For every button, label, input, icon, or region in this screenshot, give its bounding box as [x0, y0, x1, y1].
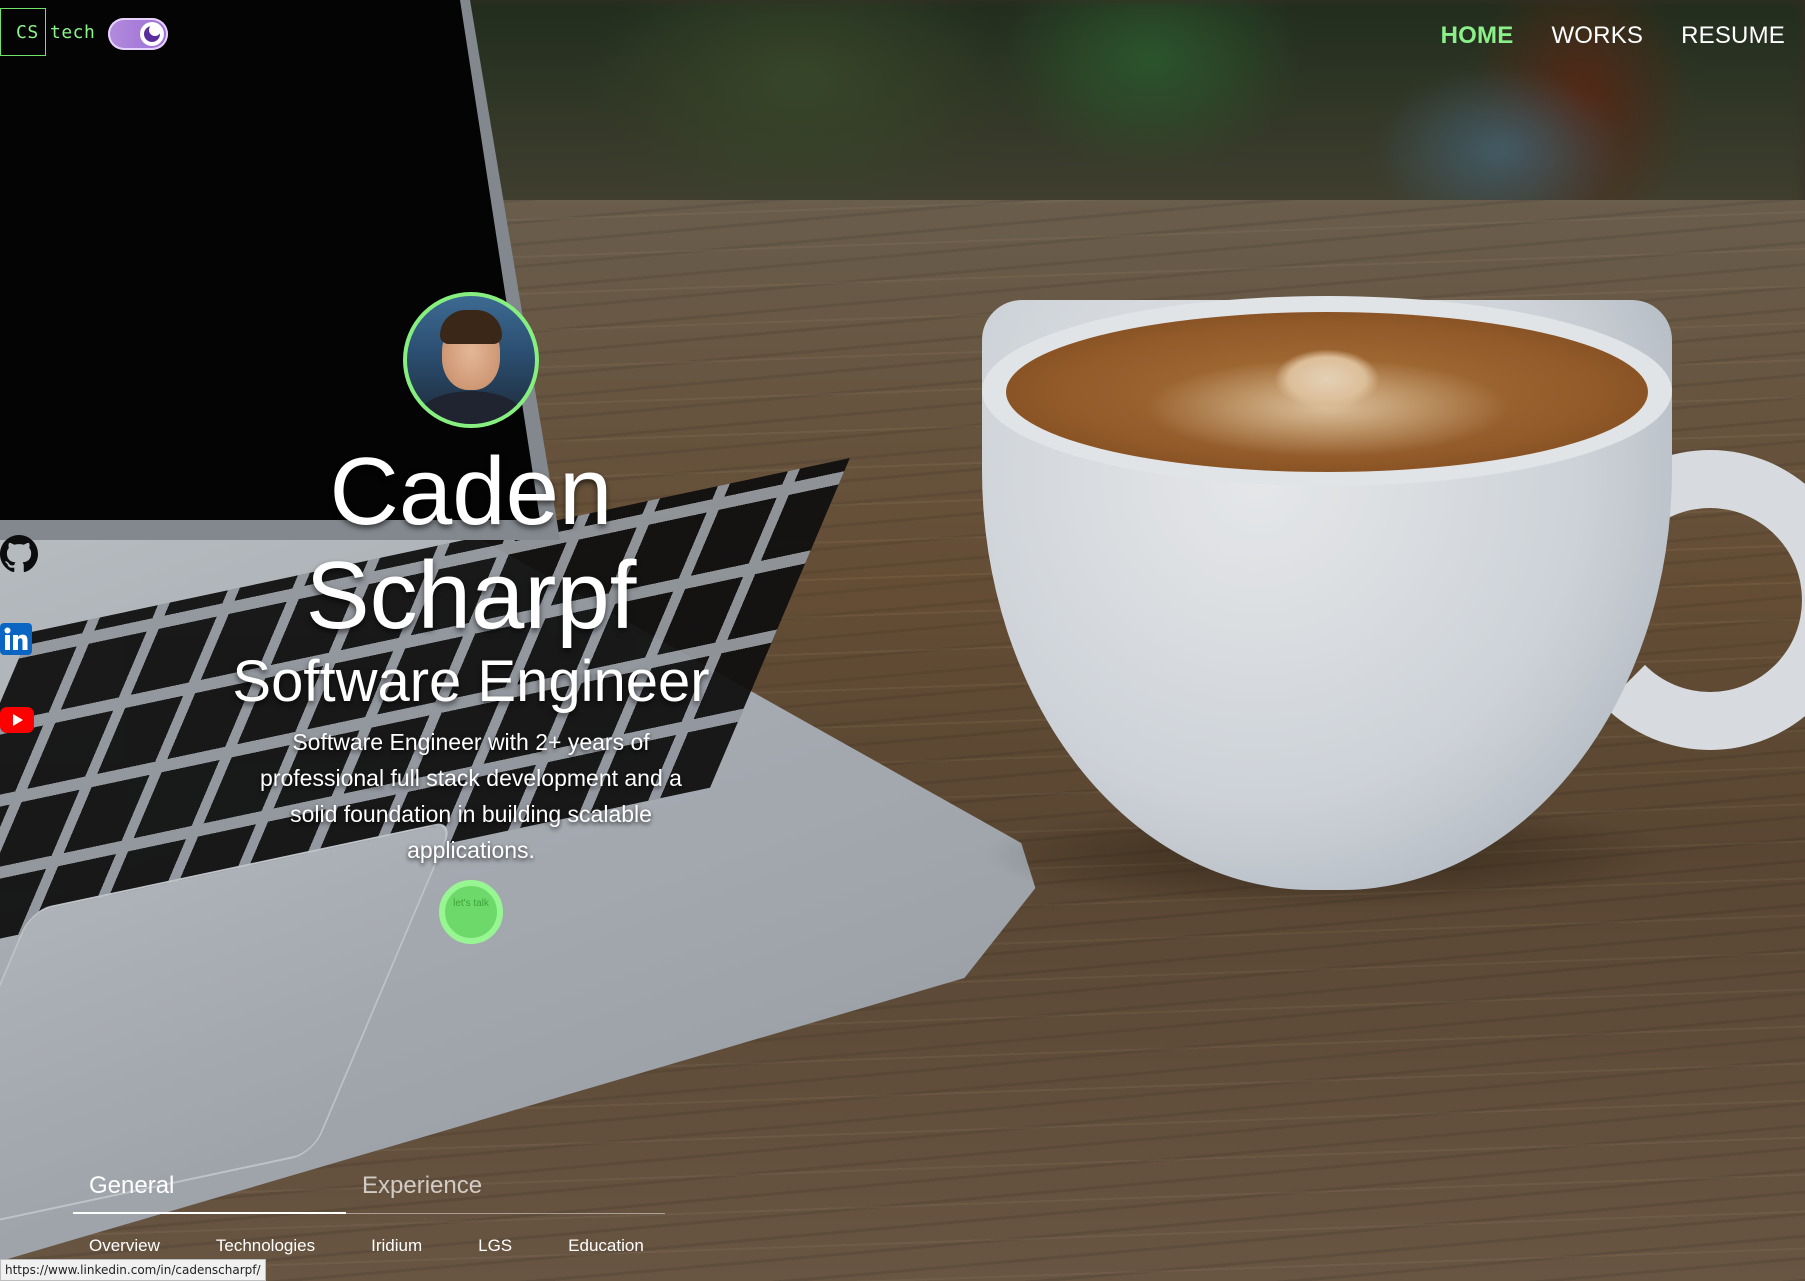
- subtab-education[interactable]: Education: [568, 1236, 644, 1256]
- subtab-row: Overview Technologies Iridium LGS Educat…: [73, 1236, 665, 1256]
- theme-toggle[interactable]: [108, 18, 168, 50]
- hero-section: Caden Scharpf Software Engineer Software…: [211, 292, 731, 944]
- nav-resume[interactable]: RESUME: [1681, 22, 1785, 50]
- nav-home[interactable]: HOME: [1441, 22, 1514, 50]
- info-tabs: General Experience Overview Technologies…: [73, 1168, 665, 1256]
- tab-general[interactable]: General: [73, 1168, 346, 1214]
- lets-talk-label: let's talk: [453, 898, 489, 909]
- avatar-hair: [440, 310, 502, 344]
- profile-description: Software Engineer with 2+ years of profe…: [260, 729, 682, 863]
- tab-row: General Experience: [73, 1168, 665, 1214]
- moon-icon: [144, 24, 161, 42]
- logo-text[interactable]: CS tech: [16, 22, 95, 43]
- main-nav: HOME WORKS RESUME: [1441, 22, 1785, 50]
- avatar-shirt: [415, 391, 527, 424]
- first-name: Caden: [329, 438, 613, 545]
- status-bar-url: https://www.linkedin.com/in/cadenscharpf…: [0, 1259, 266, 1281]
- subtab-technologies[interactable]: Technologies: [216, 1236, 315, 1256]
- subtab-lgs[interactable]: LGS: [478, 1236, 512, 1256]
- lets-talk-button[interactable]: let's talk: [439, 880, 503, 944]
- subtab-overview[interactable]: Overview: [89, 1236, 160, 1256]
- subtab-iridium[interactable]: Iridium: [371, 1236, 422, 1256]
- profile-avatar: [403, 292, 539, 428]
- linkedin-icon[interactable]: [0, 623, 32, 655]
- tab-experience[interactable]: Experience: [346, 1168, 619, 1213]
- nav-works[interactable]: WORKS: [1551, 22, 1643, 50]
- github-icon[interactable]: [0, 535, 38, 573]
- job-title: Software Engineer: [232, 649, 710, 714]
- last-name: Scharpf: [305, 542, 637, 649]
- profile-name: Caden Scharpf: [211, 440, 731, 648]
- youtube-icon[interactable]: [0, 707, 34, 733]
